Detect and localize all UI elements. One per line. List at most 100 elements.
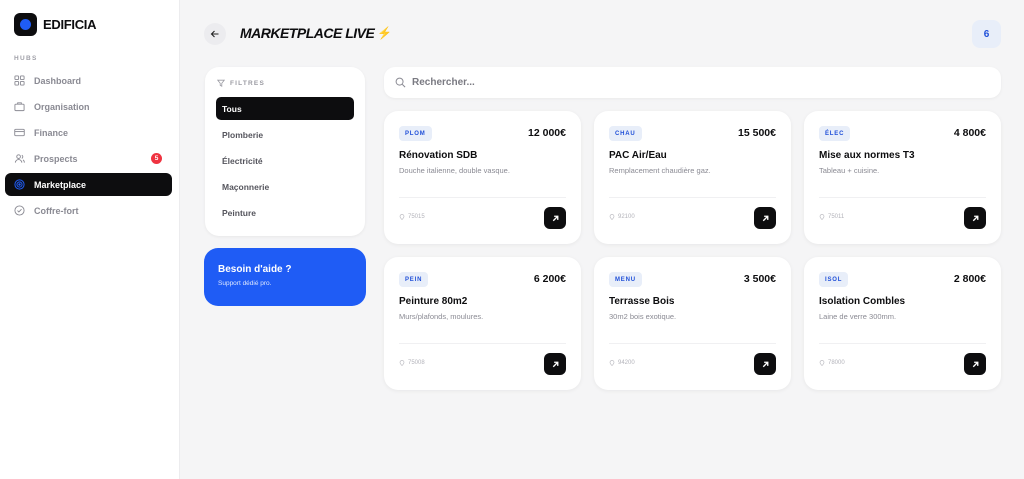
- listing-description: Murs/plafonds, moulures.: [399, 312, 484, 321]
- brand-name: EDIFICIA: [43, 17, 97, 32]
- listing-price: 12 000€: [528, 127, 566, 139]
- listing-title: Peinture 80m2: [399, 296, 468, 307]
- postal-code: 92100: [618, 214, 635, 220]
- sidebar-item-label: Dashboard: [34, 75, 82, 86]
- filters-heading-label: FILTRES: [230, 79, 265, 87]
- sidebar-nav: Dashboard Organisation Finance Prospects…: [5, 69, 172, 225]
- listing-description: Laine de verre 300mm.: [819, 312, 897, 321]
- brand-logo[interactable]: EDIFICIA: [14, 13, 97, 36]
- postal-code: 94200: [618, 360, 635, 366]
- category-tag: CHAU: [609, 126, 642, 141]
- open-listing-button[interactable]: [754, 353, 776, 375]
- category-tag: MENU: [609, 272, 642, 287]
- listing-description: Douche italienne, double vasque.: [399, 166, 510, 175]
- open-listing-button[interactable]: [754, 207, 776, 229]
- notification-badge: 5: [151, 153, 162, 164]
- help-card[interactable]: Besoin d'aide ? Support dédié pro.: [204, 248, 366, 306]
- logo-icon: [14, 13, 37, 36]
- card-divider: [609, 343, 776, 344]
- listing-location: 75015: [399, 214, 425, 220]
- card-divider: [609, 197, 776, 198]
- open-listing-button[interactable]: [544, 353, 566, 375]
- listing-price: 3 500€: [743, 273, 776, 285]
- open-listing-button[interactable]: [544, 207, 566, 229]
- postal-code: 75008: [408, 360, 425, 366]
- sidebar-item-dashboard[interactable]: Dashboard: [5, 69, 172, 92]
- listing-location: 92100: [609, 214, 635, 220]
- listing-price: 4 800€: [953, 127, 986, 139]
- sidebar-item-finance[interactable]: Finance: [5, 121, 172, 144]
- listing-card[interactable]: MENU 3 500€ Terrasse Bois 30m2 bois exot…: [594, 257, 791, 390]
- sidebar-item-label: Marketplace: [34, 179, 87, 190]
- users-icon: [14, 153, 25, 164]
- listing-price: 2 800€: [953, 273, 986, 285]
- listing-count[interactable]: 6: [972, 20, 1001, 48]
- sidebar: EDIFICIA HUBS Dashboard Organisation Fin…: [0, 0, 180, 479]
- sidebar-item-coffre-fort[interactable]: Coffre-fort: [5, 199, 172, 222]
- map-pin-icon: [819, 214, 825, 220]
- card-divider: [399, 197, 566, 198]
- back-button[interactable]: [204, 23, 226, 45]
- listing-title: Isolation Combles: [819, 296, 906, 307]
- map-pin-icon: [609, 360, 615, 366]
- filter-plomberie[interactable]: Plomberie: [216, 123, 354, 146]
- filter-icon: [217, 79, 225, 87]
- listing-price: 15 500€: [738, 127, 776, 139]
- map-pin-icon: [399, 360, 405, 366]
- category-tag: PEIN: [399, 272, 429, 287]
- map-pin-icon: [399, 214, 405, 220]
- grid-icon: [14, 75, 25, 86]
- search-bar: [384, 67, 1001, 98]
- category-tag: ÉLEC: [819, 126, 851, 141]
- listing-location: 94200: [609, 360, 635, 366]
- map-pin-icon: [609, 214, 615, 220]
- open-listing-button[interactable]: [964, 353, 986, 375]
- card-divider: [399, 343, 566, 344]
- map-pin-icon: [819, 360, 825, 366]
- search-icon: [395, 77, 406, 88]
- page-title: MARKETPLACE LIVE ⚡: [240, 25, 392, 41]
- listing-location: 75008: [399, 360, 425, 366]
- search-input[interactable]: [412, 77, 972, 88]
- category-tag: PLOM: [399, 126, 432, 141]
- listing-location: 78000: [819, 360, 845, 366]
- arrow-up-right-icon: [762, 361, 768, 367]
- listing-description: Tableau + cuisine.: [819, 166, 880, 175]
- filter-all[interactable]: Tous: [216, 97, 354, 120]
- sidebar-item-marketplace[interactable]: Marketplace: [5, 173, 172, 196]
- arrow-up-right-icon: [552, 361, 558, 367]
- sidebar-item-prospects[interactable]: Prospects 5: [5, 147, 172, 170]
- nav-section-label: HUBS: [14, 55, 38, 62]
- postal-code: 78000: [828, 360, 845, 366]
- listing-title: Mise aux normes T3: [819, 150, 915, 161]
- sidebar-item-label: Finance: [34, 127, 69, 138]
- open-listing-button[interactable]: [964, 207, 986, 229]
- sidebar-item-label: Prospects: [34, 153, 78, 164]
- filter-maconnerie[interactable]: Maçonnerie: [216, 175, 354, 198]
- listing-card[interactable]: PLOM 12 000€ Rénovation SDB Douche itali…: [384, 111, 581, 244]
- check-circle-icon: [14, 205, 25, 216]
- listing-card[interactable]: PEIN 6 200€ Peinture 80m2 Murs/plafonds,…: [384, 257, 581, 390]
- briefcase-icon: [14, 101, 25, 112]
- filter-peinture[interactable]: Peinture: [216, 201, 354, 224]
- listing-title: PAC Air/Eau: [609, 150, 667, 161]
- listing-card[interactable]: CHAU 15 500€ PAC Air/Eau Remplacement ch…: [594, 111, 791, 244]
- arrow-up-right-icon: [762, 215, 768, 221]
- postal-code: 75015: [408, 214, 425, 220]
- filter-electricite[interactable]: Électricité: [216, 149, 354, 172]
- arrow-up-right-icon: [972, 215, 978, 221]
- page-title-text: MARKETPLACE LIVE: [240, 25, 375, 41]
- listing-description: 30m2 bois exotique.: [609, 312, 677, 321]
- card-divider: [819, 343, 986, 344]
- target-icon: [14, 179, 25, 190]
- help-subtitle: Support dédié pro.: [218, 280, 272, 287]
- sidebar-item-label: Organisation: [34, 101, 90, 112]
- help-title: Besoin d'aide ?: [218, 264, 292, 275]
- credit-card-icon: [14, 127, 25, 138]
- listing-card[interactable]: ÉLEC 4 800€ Mise aux normes T3 Tableau +…: [804, 111, 1001, 244]
- arrow-left-icon: [210, 30, 219, 38]
- card-divider: [819, 197, 986, 198]
- listing-price: 6 200€: [533, 273, 566, 285]
- listing-card[interactable]: ISOL 2 800€ Isolation Combles Laine de v…: [804, 257, 1001, 390]
- sidebar-item-organisation[interactable]: Organisation: [5, 95, 172, 118]
